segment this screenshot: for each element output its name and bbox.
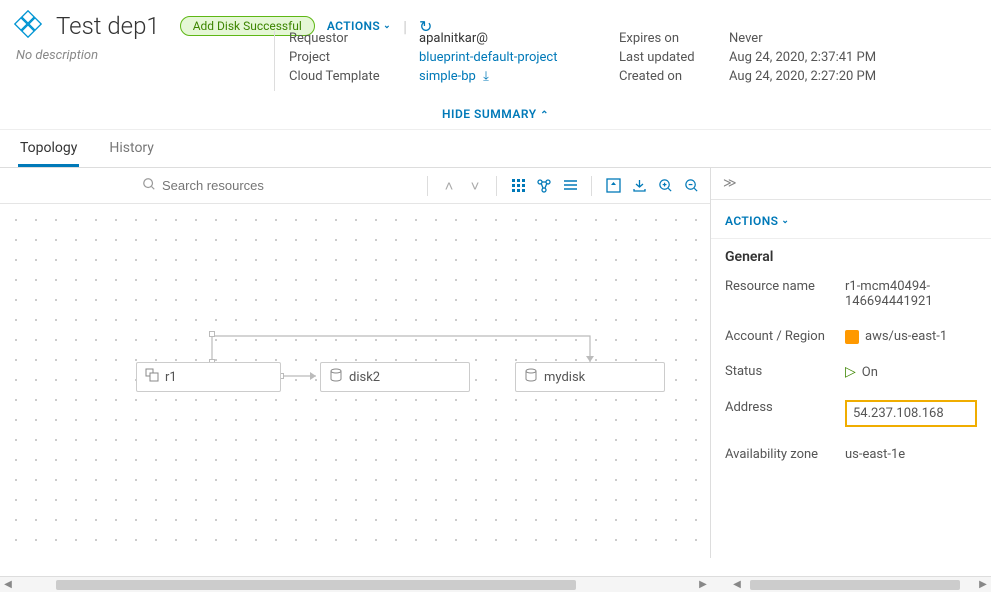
node-mydisk[interactable]: mydisk [515, 362, 665, 392]
summary-val-updated: Aug 24, 2020, 2:37:41 PM [729, 50, 876, 65]
search-icon [142, 177, 156, 195]
search-input[interactable] [162, 178, 332, 193]
zoom-in-icon[interactable] [654, 175, 676, 197]
summary-key-expires: Expires on [619, 31, 729, 46]
app-logo-icon [14, 10, 42, 42]
summary-val-requestor: apalnitkar@ [419, 31, 619, 46]
val-resource-name: r1-mcm40494-146694441921 [845, 279, 977, 309]
vm-icon [145, 368, 159, 386]
scroll-left-icon[interactable]: ◀ [0, 579, 16, 590]
chevron-down-icon: ⌄ [781, 216, 789, 226]
grid-view-icon[interactable] [507, 175, 529, 197]
disk-icon [524, 368, 538, 386]
disk-icon [329, 368, 343, 386]
summary-val-template-link[interactable]: simple-bp [419, 69, 476, 84]
val-status: On [862, 365, 878, 380]
node-disk2[interactable]: disk2 [320, 362, 470, 392]
summary-key-updated: Last updated [619, 50, 729, 65]
node-label: mydisk [544, 370, 585, 385]
summary-grid: Requestor Project Cloud Template apalnit… [274, 31, 977, 91]
nav-up-icon: ˄ [438, 175, 460, 197]
key-account-region: Account / Region [725, 329, 845, 344]
tab-history[interactable]: History [107, 130, 156, 167]
fit-screen-icon[interactable] [602, 175, 624, 197]
node-label: disk2 [349, 370, 380, 385]
key-address: Address [725, 400, 845, 415]
status-on-icon: ▷ [845, 364, 856, 380]
export-icon[interactable] [628, 175, 650, 197]
summary-val-expires: Never [729, 31, 876, 46]
aws-icon [845, 330, 859, 344]
summary-key-project: Project [289, 50, 419, 65]
collapse-panel-icon[interactable]: ≫ [711, 168, 991, 200]
scroll-right-icon[interactable]: ▶ [695, 579, 711, 590]
network-view-icon[interactable] [533, 175, 555, 197]
chevron-down-icon: ⌄ [383, 21, 391, 31]
topology-canvas[interactable]: r1 disk2 mydisk [0, 204, 710, 558]
zoom-out-icon[interactable] [680, 175, 702, 197]
scroll-right-icon[interactable]: ▶ [975, 579, 991, 590]
page-title: Test dep1 [56, 12, 160, 40]
node-r1[interactable]: r1 [136, 362, 281, 392]
summary-val-created: Aug 24, 2020, 2:27:20 PM [729, 69, 876, 84]
horizontal-scrollbar[interactable]: ◀ ▶ ◀ ▶ [0, 576, 991, 592]
scroll-left-icon[interactable]: ◀ [729, 579, 745, 590]
nav-down-icon: ˅ [464, 175, 486, 197]
node-label: r1 [165, 370, 177, 385]
tab-topology[interactable]: Topology [18, 130, 79, 167]
hide-summary-toggle[interactable]: HIDE SUMMARY ⌃ [0, 97, 991, 129]
summary-key-requestor: Requestor [289, 31, 419, 46]
details-sidepanel: ≫ ACTIONS ⌄ General Resource name r1-mcm… [711, 168, 991, 558]
val-address: 54.237.108.168 [845, 400, 977, 427]
key-status: Status [725, 364, 845, 379]
key-resource-name: Resource name [725, 279, 845, 294]
val-az: us-east-1e [845, 447, 977, 462]
key-az: Availability zone [725, 447, 845, 462]
summary-val-project-link[interactable]: blueprint-default-project [419, 50, 619, 65]
val-account-region: aws/us-east-1 [865, 329, 947, 344]
panel-actions-dropdown[interactable]: ACTIONS ⌄ [725, 214, 977, 228]
list-view-icon[interactable] [559, 175, 581, 197]
summary-key-created: Created on [619, 69, 729, 84]
section-title-general: General [711, 239, 991, 269]
summary-key-template: Cloud Template [289, 69, 419, 84]
download-icon[interactable]: ⤓ [483, 69, 489, 84]
collapse-up-icon: ⌃ [540, 110, 549, 121]
